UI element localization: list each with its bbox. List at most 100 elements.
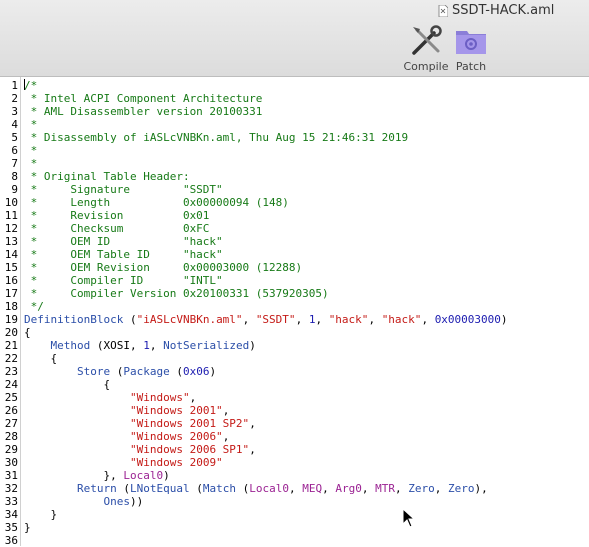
code-text: "Windows 2006 SP1", [24,443,256,456]
code-token: } [24,521,31,534]
code-token: MTR [375,482,395,495]
patch-button[interactable]: Patch [451,24,491,73]
line-number: 4 [11,118,18,131]
code-token: * OEM ID "hack" [24,235,223,248]
code-token: * AML Disassembler version 20100331 [24,105,263,118]
code-token: 0x06 [182,365,210,378]
line-number: 7 [11,157,18,170]
line-number: 32 [4,482,18,495]
code-token: * [24,157,38,170]
code-token: { [24,378,111,391]
code-text: } [24,521,31,534]
code-text: * Disassembly of iASLcVNBKn.aml, Thu Aug… [24,131,409,144]
line-number: 21 [4,339,18,352]
code-token: "Windows 2001 SP2" [129,417,250,430]
code-token: /* [24,79,38,92]
line-number: 18 [4,300,18,313]
line-number: 14 [4,248,18,261]
code-token: */ [24,300,44,313]
code-text: "Windows 2006", [24,430,229,443]
code-token: Zero [408,482,435,495]
code-token: { [24,352,58,365]
code-token: Match [202,482,236,495]
code-text: * [24,157,38,170]
code-token: Ones [103,495,130,508]
code-text: /* [24,79,37,92]
compile-button[interactable]: Compile [402,24,450,73]
code-token: Local0 [249,482,289,495]
code-text: "Windows 2001", [24,404,229,417]
code-token: Method [50,339,91,352]
code-token: * [24,118,38,131]
code-text: { [24,378,110,391]
code-token: , [368,313,382,326]
code-text: "Windows 2009" [24,456,223,469]
code-token: "iASLcVNBKn.aml" [136,313,243,326]
code-text: * Compiler Version 0x20100331 (537920305… [24,287,329,300]
code-token: , [189,391,197,404]
line-number: 2 [11,92,18,105]
code-token: DefinitionBlock [24,313,124,326]
code-token: * Compiler Version 0x20100331 (537920305… [24,287,329,300]
code-text: * Length 0x00000094 (148) [24,196,289,209]
code-text: Store (Package (0x06) [24,365,216,378]
line-number: 34 [4,508,18,521]
code-token: (XOSI, [90,339,144,352]
code-token: * Disassembly of iASLcVNBKn.aml, Thu Aug… [24,131,409,144]
line-number: 10 [4,196,18,209]
code-text: */ [24,300,44,313]
code-token: "Windows 2001" [129,404,223,417]
code-text: * OEM Table ID "hack" [24,248,223,261]
patch-folder-icon [456,31,486,54]
code-token: ( [116,482,130,495]
line-number: 8 [11,170,18,183]
code-token: "Windows 2006 SP1" [129,443,250,456]
line-number: 15 [4,261,18,274]
code-token: , [249,443,256,456]
line-number: 20 [4,326,18,339]
code-token: ) [500,313,508,326]
code-token: Local0 [123,469,164,482]
code-editor[interactable]: 1 /* 2 * Intel ACPI Component Architecture… [0,77,589,547]
tools-icon [412,25,442,55]
code-token: "hack" [381,313,422,326]
code-text: * Intel ACPI Component Architecture [24,92,263,105]
code-token: , [434,482,448,495]
code-token: "Windows 2006" [129,430,223,443]
code-text: * [24,144,38,157]
code-token: "SSDT" [255,313,296,326]
line-number: 23 [4,365,18,378]
code-token: Arg0 [335,482,362,495]
line-number: 24 [4,378,18,391]
code-token: "Windows" [129,391,190,404]
code-token: }, [24,469,124,482]
code-token: ( [123,313,137,326]
code-text: * OEM Revision 0x00003000 (12288) [24,261,303,274]
line-number: 12 [4,222,18,235]
line-number: 25 [4,391,18,404]
line-number: 30 [4,456,18,469]
line-number: 31 [4,469,18,482]
code-token: MEQ [302,482,323,495]
code-token: , [249,417,256,430]
code-token: "Windows 2009" [129,456,223,469]
code-token: ( [189,482,203,495]
code-token: * Intel ACPI Component Architecture [24,92,263,105]
code-text: }, Local0) [24,469,169,482]
code-text: { [24,352,57,365]
code-token: ( [169,365,183,378]
code-token: NotSerialized [163,339,250,352]
code-token: ( [110,365,124,378]
line-number: 3 [11,105,18,118]
code-token: , [222,404,230,417]
code-token: ) [249,339,256,352]
code-token: Store [76,365,111,378]
code-token: ( [235,482,250,495]
line-number: 26 [4,404,18,417]
code-text: Return (LNotEqual (Match (Local0, MEQ, A… [24,482,488,495]
